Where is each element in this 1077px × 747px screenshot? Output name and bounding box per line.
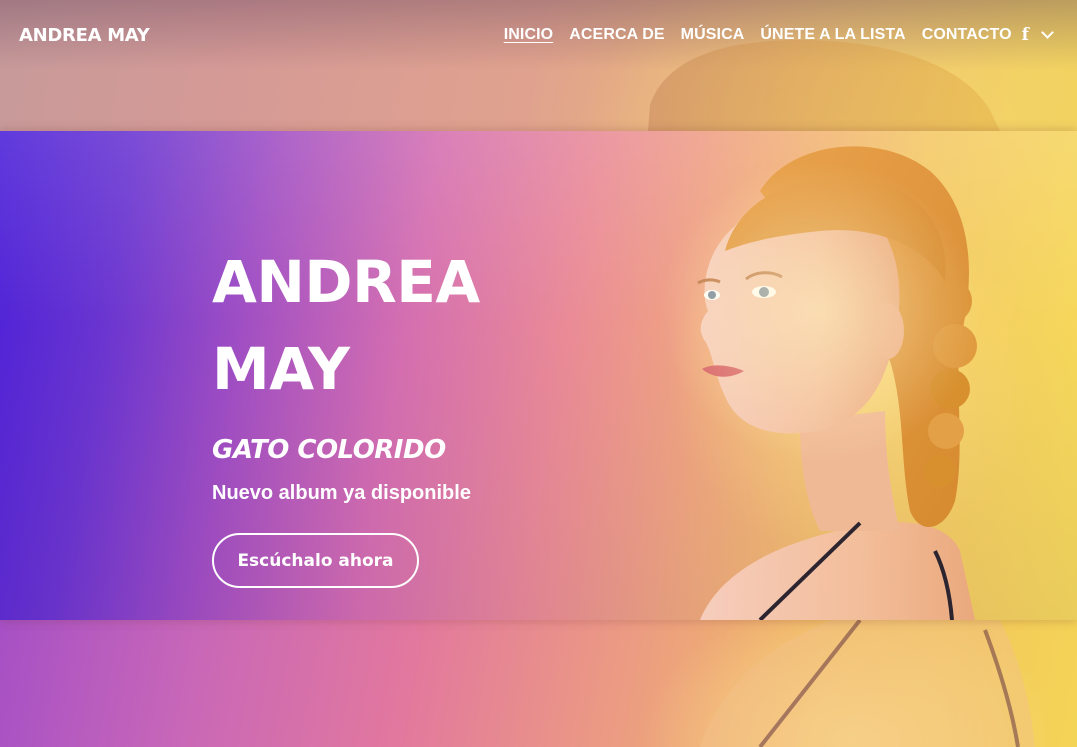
main-nav: INICIO ACERCA DE MÚSICA ÚNETE A LA LISTA… bbox=[504, 26, 1012, 44]
hero-title: ANDREA MAY bbox=[212, 239, 612, 413]
nav-item-inicio[interactable]: INICIO bbox=[504, 26, 554, 44]
site-logo[interactable]: ANDREA MAY bbox=[19, 25, 150, 46]
page-background-bottom bbox=[0, 620, 1077, 747]
facebook-icon[interactable]: f bbox=[1022, 26, 1029, 44]
listen-now-button[interactable]: Escúchalo ahora bbox=[212, 533, 419, 588]
hero-content: ANDREA MAY GATO COLORIDO Nuevo album ya … bbox=[212, 239, 612, 588]
hero-subtitle: Nuevo album ya disponible bbox=[212, 482, 471, 504]
nav-item-acerca-de[interactable]: ACERCA DE bbox=[569, 26, 664, 44]
site-header: ANDREA MAY INICIO ACERCA DE MÚSICA ÚNETE… bbox=[0, 0, 1077, 70]
album-title: GATO COLORIDO bbox=[212, 435, 446, 465]
social-links: f bbox=[1022, 26, 1058, 44]
nav-item-unete-a-la-lista[interactable]: ÚNETE A LA LISTA bbox=[760, 26, 905, 44]
hero-section: ANDREA MAY GATO COLORIDO Nuevo album ya … bbox=[0, 131, 1077, 620]
nav-item-contacto[interactable]: CONTACTO bbox=[922, 26, 1012, 44]
chevron-down-icon[interactable] bbox=[1041, 26, 1054, 39]
hero-title-line-1: ANDREA bbox=[212, 248, 480, 316]
nav-item-musica[interactable]: MÚSICA bbox=[681, 26, 745, 44]
hero-title-line-2: MAY bbox=[212, 335, 350, 403]
